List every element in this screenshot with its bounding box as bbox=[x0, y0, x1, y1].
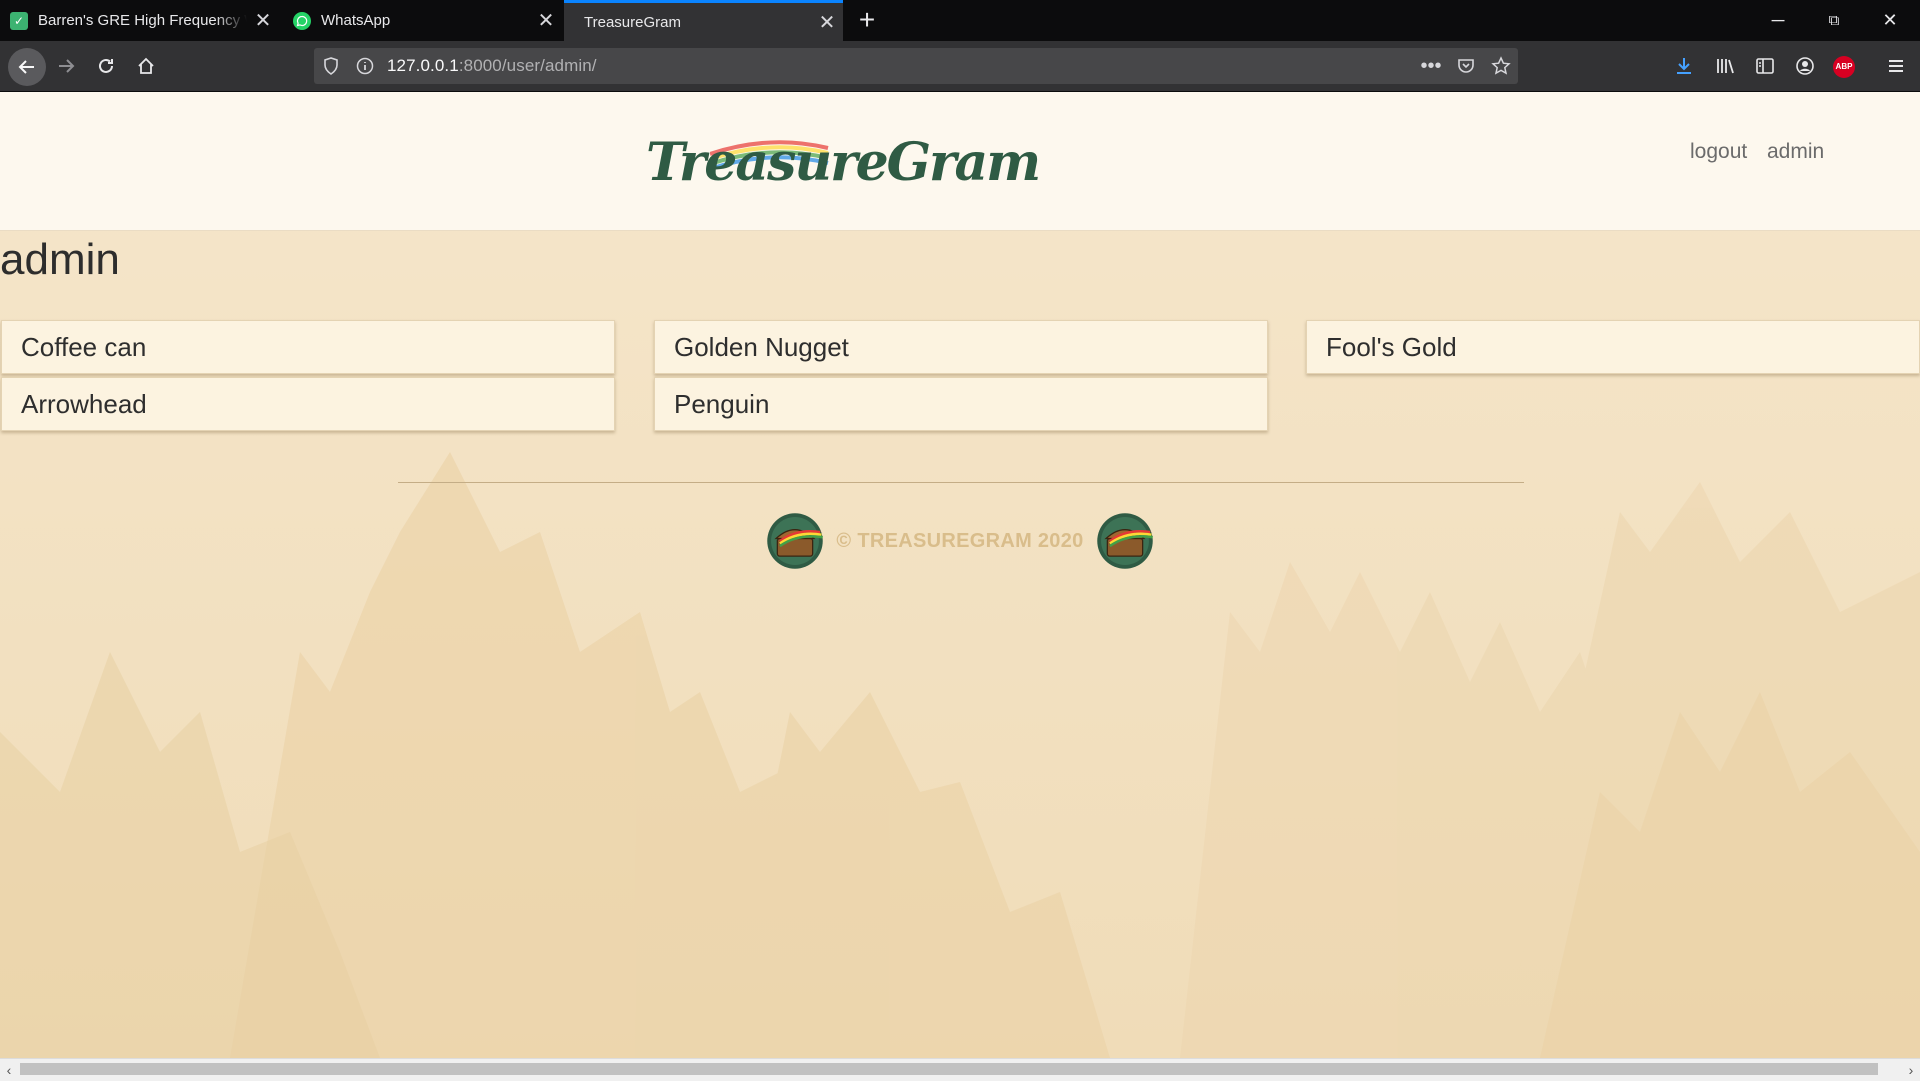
scrollbar-thumb[interactable] bbox=[20, 1063, 1878, 1075]
site-info-icon[interactable] bbox=[352, 53, 378, 79]
web-page: TreasureGram logout admin admin Coffee c… bbox=[0, 92, 1920, 1058]
treasure-chest-icon bbox=[767, 513, 823, 569]
forward-button[interactable] bbox=[50, 50, 82, 82]
copyright-text: © TREASUREGRAM 2020 bbox=[836, 529, 1084, 552]
reload-icon bbox=[99, 58, 113, 73]
browser-toolbar: 127.0.0.1:8000/user/admin/ ••• bbox=[0, 41, 1920, 92]
scroll-left-icon[interactable]: ‹ bbox=[0, 1059, 18, 1081]
back-button[interactable] bbox=[8, 48, 46, 86]
tracking-shield-icon[interactable] bbox=[318, 53, 344, 79]
sidebar-icon[interactable] bbox=[1749, 50, 1781, 82]
close-tab-icon[interactable]: ✕ bbox=[530, 8, 562, 33]
site-header: TreasureGram logout admin bbox=[0, 92, 1920, 231]
logo-wordmark: TreasureGram bbox=[646, 131, 1041, 193]
reload-button[interactable] bbox=[90, 50, 122, 82]
url-bar[interactable]: 127.0.0.1:8000/user/admin/ ••• bbox=[314, 48, 1518, 84]
pocket-icon[interactable] bbox=[1453, 53, 1479, 79]
restore-button[interactable]: ⧉ bbox=[1806, 0, 1862, 41]
treasure-card-fools-gold[interactable]: Fool's Gold bbox=[1306, 320, 1920, 374]
horizontal-scrollbar[interactable]: ‹ › bbox=[0, 1058, 1920, 1081]
back-arrow-icon bbox=[18, 60, 34, 74]
close-tab-icon[interactable]: ✕ bbox=[247, 8, 279, 33]
url-path: :8000/user/admin/ bbox=[458, 56, 597, 75]
close-window-button[interactable]: ✕ bbox=[1862, 0, 1918, 41]
forest-background-illustration bbox=[0, 92, 1920, 1058]
close-tab-icon[interactable]: ✕ bbox=[811, 10, 843, 35]
tab-title: Barren's GRE High Frequency W bbox=[38, 12, 247, 29]
site-footer: © TREASUREGRAM 2020 bbox=[766, 512, 1154, 570]
tab-treasuregram[interactable]: TreasureGram ✕ bbox=[564, 0, 843, 41]
profile-username-heading: admin bbox=[0, 235, 120, 284]
new-tab-button[interactable]: + bbox=[851, 4, 883, 36]
tab-gre-vocabulary[interactable]: ✓ Barren's GRE High Frequency W ✕ bbox=[0, 0, 279, 41]
admin-profile-link[interactable]: admin bbox=[1767, 140, 1824, 164]
menu-hamburger-icon[interactable] bbox=[1880, 50, 1912, 82]
forward-arrow-icon bbox=[59, 59, 75, 73]
minimize-button[interactable]: ─ bbox=[1750, 0, 1806, 41]
treasuregram-logo[interactable]: TreasureGram bbox=[640, 114, 1041, 210]
bookmark-star-icon[interactable] bbox=[1488, 53, 1514, 79]
page-actions-icon[interactable]: ••• bbox=[1418, 53, 1444, 79]
home-icon bbox=[138, 57, 154, 74]
treasure-card-coffee-can[interactable]: Coffee can bbox=[1, 320, 615, 374]
tab-whatsapp[interactable]: WhatsApp ✕ bbox=[283, 0, 562, 41]
tab-title: TreasureGram bbox=[584, 13, 681, 31]
treasure-card-penguin[interactable]: Penguin bbox=[654, 377, 1268, 431]
treasure-card-arrowhead[interactable]: Arrowhead bbox=[1, 377, 615, 431]
scroll-right-icon[interactable]: › bbox=[1902, 1059, 1920, 1081]
tab-title: WhatsApp bbox=[321, 12, 391, 29]
treasure-chest-icon bbox=[1097, 513, 1153, 569]
library-icon[interactable] bbox=[1709, 50, 1741, 82]
check-favicon-icon: ✓ bbox=[10, 11, 28, 30]
adblock-plus-icon[interactable]: ABP bbox=[1833, 56, 1855, 78]
browser-tab-bar: ✓ Barren's GRE High Frequency W ✕ WhatsA… bbox=[0, 0, 1920, 41]
logout-link[interactable]: logout bbox=[1690, 140, 1747, 164]
footer-divider bbox=[398, 482, 1524, 483]
downloads-icon[interactable] bbox=[1668, 50, 1700, 82]
whatsapp-icon bbox=[293, 11, 311, 30]
url-host: 127.0.0.1 bbox=[387, 56, 459, 75]
url-text[interactable]: 127.0.0.1:8000/user/admin/ bbox=[387, 56, 597, 76]
account-icon[interactable] bbox=[1789, 50, 1821, 82]
home-button[interactable] bbox=[130, 50, 162, 82]
treasure-card-golden-nugget[interactable]: Golden Nugget bbox=[654, 320, 1268, 374]
